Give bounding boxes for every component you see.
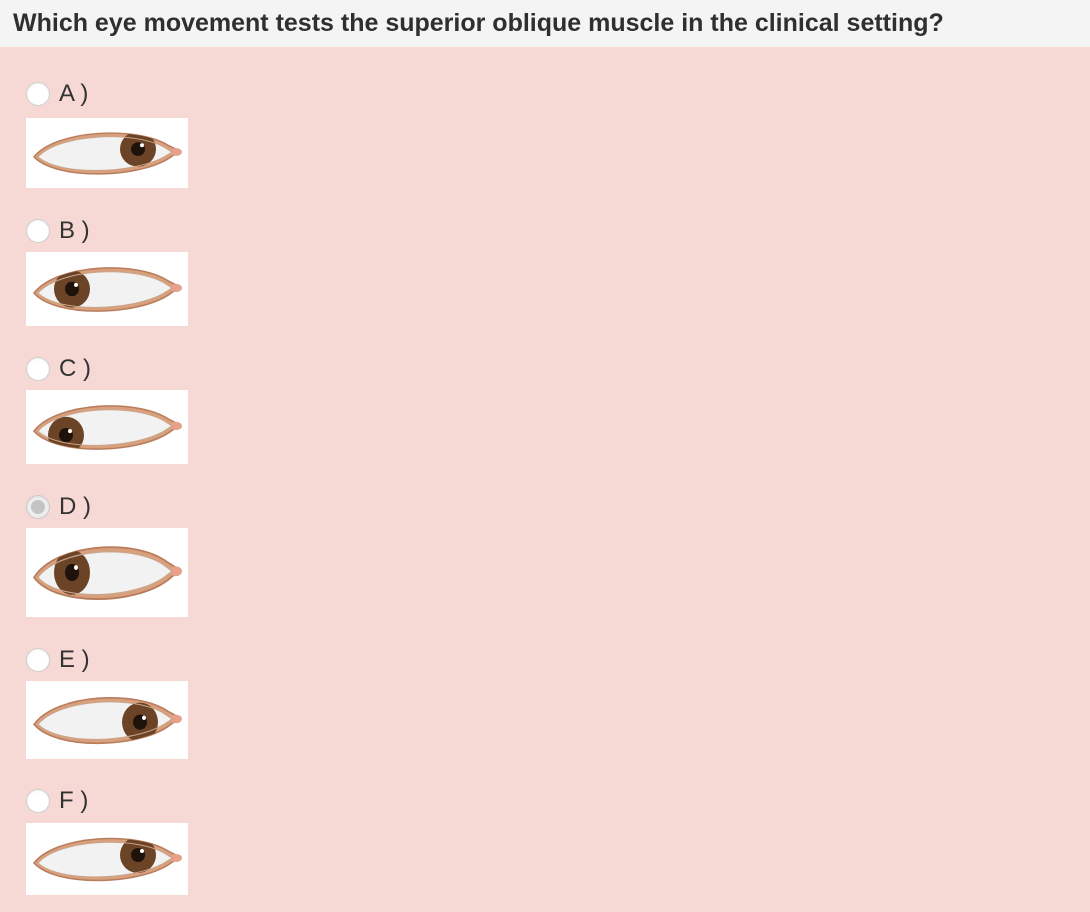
option-e-eye-image bbox=[26, 681, 188, 759]
eye-drawing bbox=[33, 697, 182, 744]
option-a-eye-image bbox=[26, 118, 188, 188]
eye-drawing bbox=[33, 405, 182, 450]
glint bbox=[74, 282, 78, 287]
option-f-eye-image bbox=[26, 823, 188, 895]
option-f-radio[interactable] bbox=[26, 789, 50, 813]
answers-panel: A ) B ) C ) D ) E ) F ) bbox=[0, 47, 1090, 912]
glint bbox=[142, 715, 146, 720]
glint bbox=[68, 429, 72, 434]
option-f-label: F ) bbox=[59, 787, 89, 814]
option-e-radio[interactable] bbox=[26, 648, 50, 672]
eye-drawing bbox=[33, 267, 182, 312]
selected-dot bbox=[31, 500, 45, 514]
option-c-eye-image bbox=[26, 390, 188, 464]
option-b-eye-image bbox=[26, 252, 188, 326]
option-a-radio[interactable] bbox=[26, 82, 50, 106]
glint bbox=[140, 849, 144, 853]
option-c-radio[interactable] bbox=[26, 357, 50, 381]
glint bbox=[140, 143, 144, 148]
question-header: Which eye movement tests the superior ob… bbox=[0, 0, 1090, 47]
option-b-radio[interactable] bbox=[26, 219, 50, 243]
option-a-label: A ) bbox=[59, 80, 89, 107]
option-c-label: C ) bbox=[59, 355, 91, 382]
eye-drawing bbox=[33, 132, 182, 175]
option-d-radio[interactable] bbox=[26, 495, 50, 519]
option-b-label: B ) bbox=[59, 217, 90, 244]
option-d-eye-image bbox=[26, 528, 188, 617]
glint bbox=[74, 565, 78, 571]
option-e-label: E ) bbox=[59, 646, 90, 673]
option-d-label: D ) bbox=[59, 493, 91, 520]
eye-drawing bbox=[33, 546, 182, 600]
question-text: Which eye movement tests the superior ob… bbox=[13, 9, 944, 37]
eye-drawing bbox=[33, 837, 182, 882]
